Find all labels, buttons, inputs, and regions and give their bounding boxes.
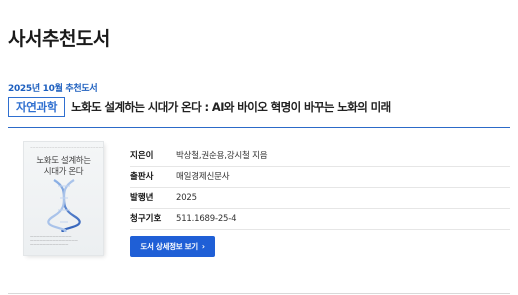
dna-helix-icon [47, 179, 81, 232]
book-cover-image: ~~~~~~~~~~~~~~~~~~~~~~~~~~~~~ 노화도 설계하는 시… [24, 142, 103, 255]
info-value: 511.1689-25-4 [176, 214, 237, 224]
book-title: 노화도 설계하는 시대가 온다 : AI와 바이오 혁명이 바꾸는 노화의 미래 [71, 100, 391, 114]
cover-top-text-decoration: ~~~~~~~~~~~~~~~~~~~~~~~~~~~~~ [30, 146, 103, 150]
info-row-year: 발행년 2025 [130, 188, 510, 209]
cover-title: 노화도 설계하는 시대가 온다 [24, 156, 103, 178]
chevron-right-icon: › [201, 242, 205, 251]
info-value: 매일경제신문사 [176, 172, 230, 182]
heading-divider [8, 127, 510, 128]
cover-title-line2: 시대가 온다 [43, 167, 84, 177]
cover-bottom-text-decoration: ————————————— ——————————————— ——————————… [30, 234, 78, 247]
book-detail-button-label: 도서 상세정보 보기 [140, 242, 198, 251]
info-key: 발행년 [130, 193, 154, 203]
book-detail-button[interactable]: 도서 상세정보 보기 › [130, 236, 215, 257]
book-heading: 자연과학 노화도 설계하는 시대가 온다 : AI와 바이오 혁명이 바꾸는 노… [8, 97, 510, 117]
info-value: 박상철,권순용,강시철 지음 [176, 151, 268, 161]
info-row-publisher: 출판사 매일경제신문사 [130, 167, 510, 188]
info-row-call-number: 청구기호 511.1689-25-4 [130, 209, 510, 230]
info-key: 청구기호 [130, 214, 162, 224]
page-title: 사서추천도서 [8, 28, 110, 50]
book-info-table: 지은이 박상철,권순용,강시철 지음 출판사 매일경제신문사 발행년 2025 … [130, 146, 510, 230]
info-row-author: 지은이 박상철,권순용,강시철 지음 [130, 146, 510, 167]
cover-title-line1: 노화도 설계하는 [36, 156, 91, 166]
section-bottom-divider [8, 293, 510, 294]
info-key: 지은이 [130, 151, 154, 161]
info-value: 2025 [176, 193, 197, 203]
info-key: 출판사 [130, 172, 154, 182]
recommendation-month-label: 2025년 10월 추천도서 [8, 84, 98, 94]
category-badge: 자연과학 [8, 97, 66, 117]
